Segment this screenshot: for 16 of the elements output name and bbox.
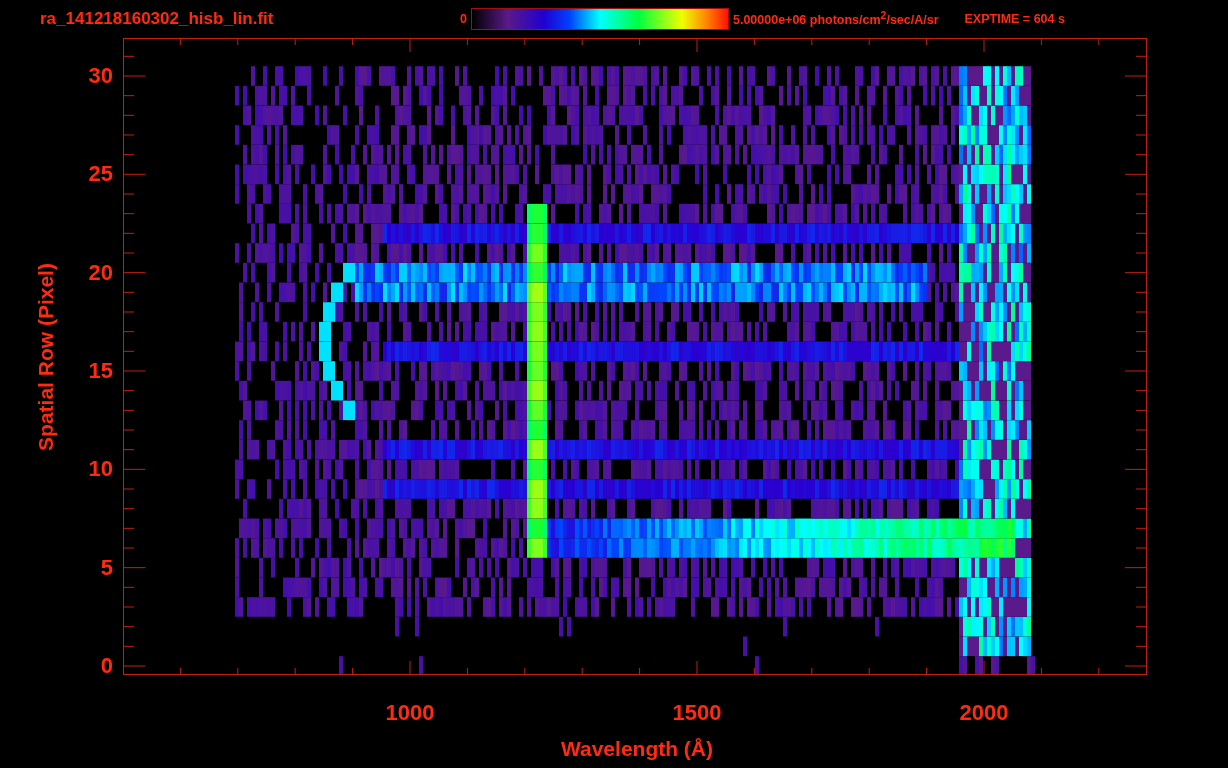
file-title: ra_141218160302_hisb_lin.fit bbox=[40, 9, 275, 29]
y-tick-label: 30 bbox=[88, 65, 113, 87]
y-axis-title: Spatial Row (Pixel) bbox=[34, 263, 56, 451]
y-tick-label: 10 bbox=[88, 458, 113, 481]
x-tick-label: 2000 bbox=[959, 702, 1009, 724]
y-tick-label: 20 bbox=[88, 261, 113, 284]
colorbar-min-label: 0 bbox=[460, 12, 467, 26]
y-tick-label: 0 bbox=[100, 655, 113, 677]
y-tick-label: 25 bbox=[88, 163, 113, 186]
x-tick-label: 1000 bbox=[385, 702, 435, 724]
x-tick-label: 1500 bbox=[672, 702, 722, 724]
x-axis-title: Wavelength (Å) bbox=[560, 738, 714, 759]
colorbar-max-label: 5.00000e+06 photons/cm$^{2}$/sec/A/sr bbox=[732, 10, 939, 28]
exposure-time: EXPTIME = 604 s bbox=[964, 12, 1065, 26]
y-tick-label: 5 bbox=[100, 556, 113, 579]
y-tick-label: 15 bbox=[88, 360, 113, 382]
